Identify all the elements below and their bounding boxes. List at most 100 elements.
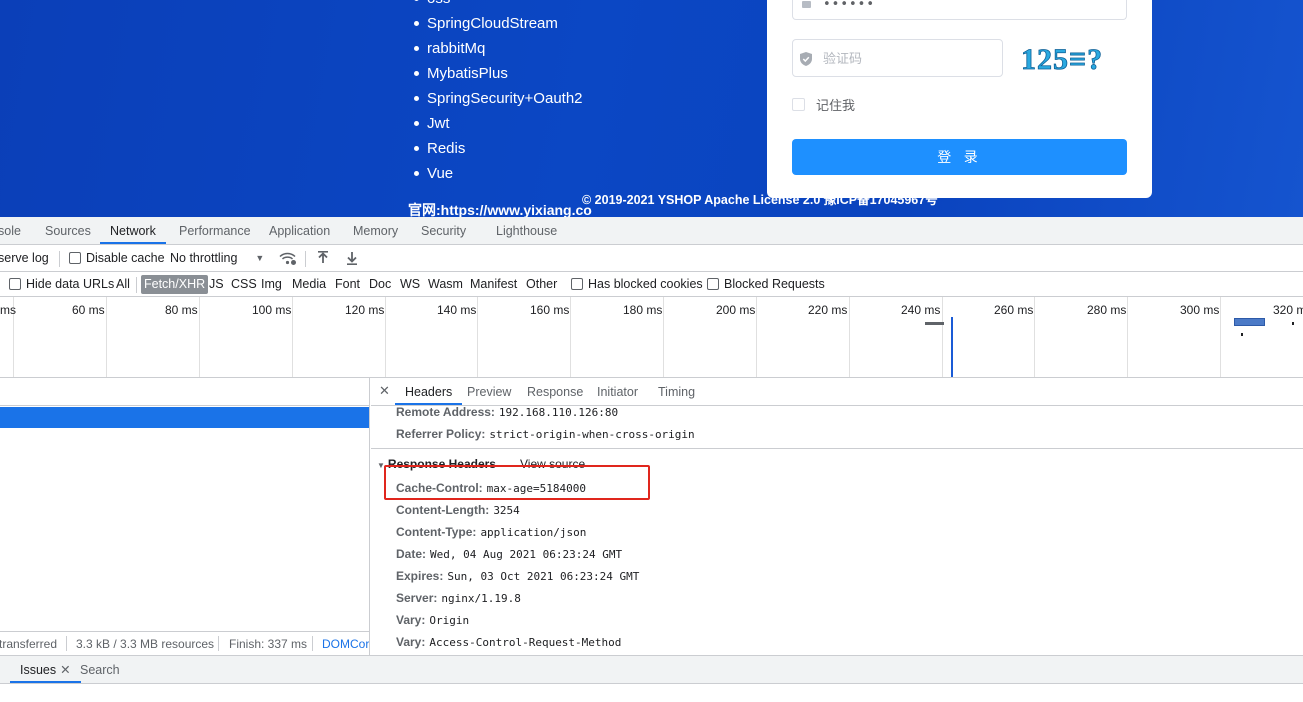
grid-line <box>292 297 293 377</box>
filter-media[interactable]: Media <box>292 277 326 291</box>
tab-memory[interactable]: Memory <box>353 217 398 244</box>
checkbox[interactable] <box>792 98 805 111</box>
grid-line <box>756 297 757 377</box>
tab-sources[interactable]: Sources <box>45 217 91 244</box>
blocked-requests-label: Blocked Requests <box>724 277 825 291</box>
tab-lighthouse[interactable]: Lighthouse <box>496 217 557 244</box>
tab-preview[interactable]: Preview <box>467 378 511 405</box>
checkbox[interactable] <box>9 278 21 290</box>
detail-tab-bar: ✕ Headers Preview Response Initiator Tim… <box>371 378 1303 406</box>
filter-fetch-xhr[interactable]: Fetch/XHR <box>141 275 209 294</box>
has-blocked-cookies-label: Has blocked cookies <box>588 277 703 291</box>
filter-all[interactable]: All <box>116 277 130 291</box>
checkbox[interactable] <box>69 252 81 264</box>
timeline-label: 240 ms <box>901 303 941 317</box>
tab-issues[interactable]: Issues ✕ <box>10 656 81 683</box>
network-conditions-icon[interactable] <box>279 252 296 265</box>
disable-cache-checkbox[interactable]: Disable cache <box>69 251 165 265</box>
filter-manifest[interactable]: Manifest <box>470 277 517 291</box>
captcha-text: 125≡? <box>1021 43 1103 76</box>
checkbox[interactable] <box>707 278 719 290</box>
tab-headers[interactable]: Headers <box>395 378 463 405</box>
network-overview-timeline[interactable]: ms 60 ms 80 ms 100 ms 120 ms 140 ms 160 … <box>0 297 1303 378</box>
drawer-tab-bar: Issues ✕ Search <box>0 656 1303 684</box>
remember-me-checkbox[interactable]: 记住我 <box>792 95 855 114</box>
filter-other[interactable]: Other <box>526 277 557 291</box>
header-value: 192.168.110.126:80 <box>498 406 619 419</box>
tab-timing[interactable]: Timing <box>658 378 695 405</box>
transferred-text: transferred <box>0 637 58 651</box>
header-row: Date: Wed, 04 Aug 2021 06:23:24 GMT <box>396 547 622 561</box>
request-list <box>0 378 370 655</box>
grid-line <box>942 297 943 377</box>
list-item: MybatisPlus <box>414 61 583 86</box>
grid-line <box>570 297 571 377</box>
footer-website-link[interactable]: 官网:https://www.yixiang.co <box>408 200 592 217</box>
password-input[interactable]: •••••• <box>792 0 1127 20</box>
hide-data-urls-checkbox[interactable]: Hide data URLs <box>9 277 114 291</box>
password-mask: •••••• <box>823 0 876 12</box>
tab-initiator[interactable]: Initiator <box>597 378 638 405</box>
list-item: Redis <box>414 136 583 161</box>
login-card: •••••• 125≡? 记住我 登 录 <box>767 0 1152 198</box>
close-icon[interactable]: ✕ <box>379 383 390 399</box>
table-row[interactable] <box>0 407 369 428</box>
captcha-field[interactable] <box>792 39 1003 77</box>
filter-js[interactable]: JS <box>209 277 224 291</box>
domcontentloaded-text: DOMCor <box>322 637 370 651</box>
filter-css[interactable]: CSS <box>231 277 257 291</box>
import-har-icon[interactable] <box>317 251 329 265</box>
export-har-icon[interactable] <box>346 251 358 265</box>
has-blocked-cookies-checkbox[interactable]: Has blocked cookies <box>571 277 703 291</box>
tab-response[interactable]: Response <box>527 378 583 405</box>
grid-line <box>1220 297 1221 377</box>
header-key: Content-Type: <box>396 525 477 539</box>
list-item: Jwt <box>414 111 583 136</box>
request-list-header <box>0 378 369 406</box>
finish-time-text: Finish: 337 ms <box>229 637 308 651</box>
devtools-panel: sole Sources Network Performance Applica… <box>0 217 1303 702</box>
request-detail-pane: ✕ Headers Preview Response Initiator Tim… <box>371 378 1303 655</box>
filter-wasm[interactable]: Wasm <box>428 277 463 291</box>
tab-search[interactable]: Search <box>80 656 120 683</box>
header-row: Vary: Access-Control-Request-Method <box>396 635 621 649</box>
header-key: Vary: <box>396 635 426 649</box>
tab-application[interactable]: Application <box>269 217 330 244</box>
filter-img[interactable]: Img <box>261 277 282 291</box>
lock-icon <box>802 1 811 8</box>
header-row: Server: nginx/1.19.8 <box>396 591 521 605</box>
captcha-image[interactable]: 125≡? <box>1021 40 1129 76</box>
login-button[interactable]: 登 录 <box>792 139 1127 175</box>
header-value: Sun, 03 Oct 2021 06:23:24 GMT <box>447 570 640 583</box>
timeline-label: 80 ms <box>165 303 198 317</box>
captcha-input[interactable] <box>823 49 993 69</box>
header-key: Referrer Policy: <box>396 427 486 441</box>
header-key: Expires: <box>396 569 444 583</box>
timeline-label: 320 m <box>1273 303 1303 317</box>
blocked-requests-checkbox[interactable]: Blocked Requests <box>707 277 825 291</box>
list-item: oss <box>414 0 583 11</box>
preserve-log-label[interactable]: serve log <box>0 251 49 265</box>
throttling-value: No throttling <box>170 251 238 265</box>
grid-line <box>1127 297 1128 377</box>
tab-network[interactable]: Network <box>100 217 166 244</box>
tab-performance[interactable]: Performance <box>179 217 251 244</box>
web-page: oss SpringCloudStream rabbitMq MybatisPl… <box>0 0 1303 217</box>
tab-console[interactable]: sole <box>0 217 21 244</box>
timeline-label: 120 ms <box>345 303 385 317</box>
checkbox[interactable] <box>571 278 583 290</box>
timeline-label: 100 ms <box>252 303 292 317</box>
list-item: rabbitMq <box>414 36 583 61</box>
filter-ws[interactable]: WS <box>400 277 420 291</box>
dropdown-arrow-icon: ▼ <box>255 253 265 263</box>
shield-icon <box>800 52 812 66</box>
devtools-drawer: Issues ✕ Search <box>0 655 1303 702</box>
network-toolbar: serve log Disable cache No throttling ▼ <box>0 245 1303 272</box>
tab-security[interactable]: Security <box>421 217 466 244</box>
throttling-select[interactable]: No throttling ▼ <box>170 251 264 265</box>
close-icon[interactable]: ✕ <box>60 663 70 677</box>
filter-font[interactable]: Font <box>335 277 360 291</box>
devtools-tab-bar: sole Sources Network Performance Applica… <box>0 217 1303 245</box>
filter-doc[interactable]: Doc <box>369 277 391 291</box>
grid-line <box>849 297 850 377</box>
